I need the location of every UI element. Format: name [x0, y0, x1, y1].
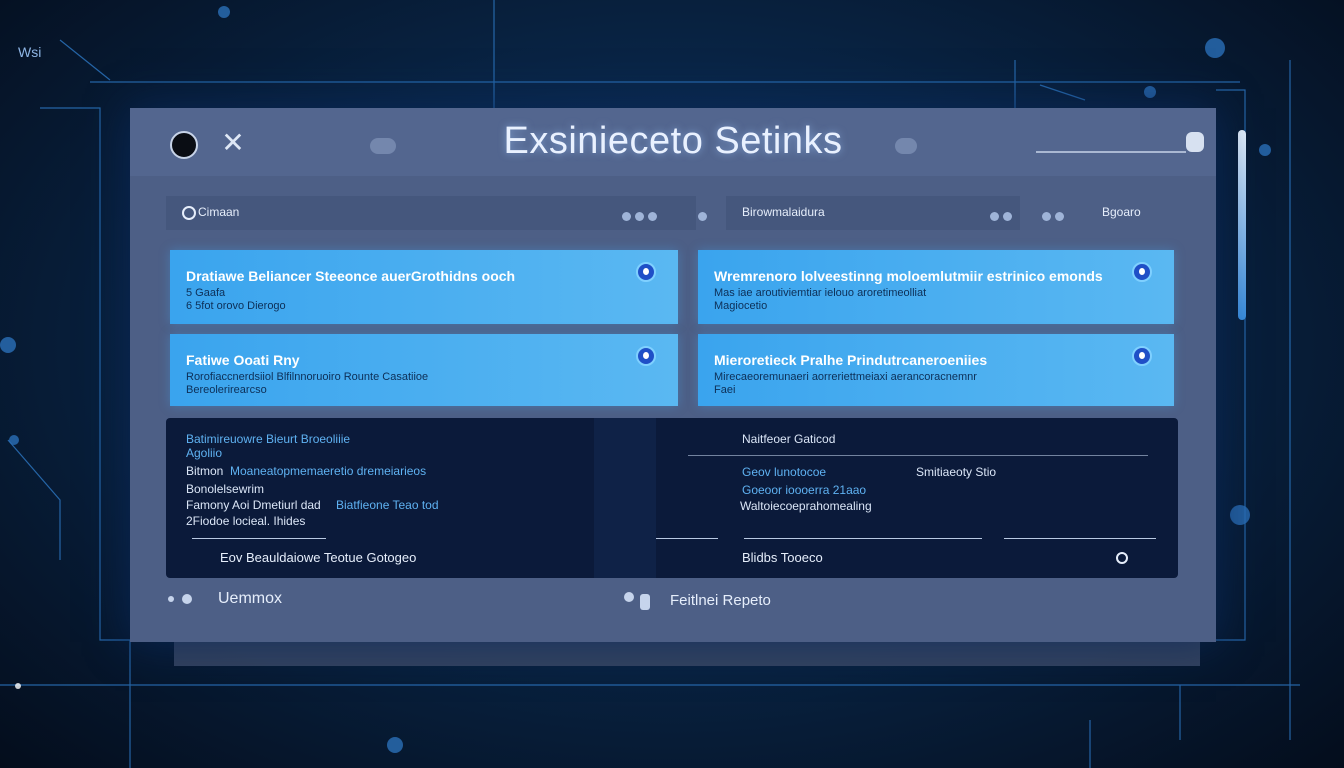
- card-subtitle: Bereolerirearcso: [186, 384, 267, 396]
- panel-section-title: Naitfeoer Gaticod: [742, 432, 836, 446]
- setting-card[interactable]: Mieroretieck Pralhe Prindutrcaneroeniies…: [698, 334, 1174, 406]
- setting-card[interactable]: Fatiwe Ooati Rny Rorofiaccnerdsiiol Blfi…: [170, 334, 678, 406]
- window-title: Exsinieceto Setinks: [503, 120, 843, 162]
- detail-line: 2Fiodoe locieal. Ihides: [186, 514, 306, 528]
- sort-label[interactable]: Bgoaro: [1102, 205, 1141, 219]
- search-options-icon[interactable]: [622, 208, 661, 221]
- toggle-icon[interactable]: [1132, 346, 1152, 366]
- divider: [656, 538, 718, 539]
- details-panel: Batimireuowre Bieurt Broeoliiie Agoliio …: [166, 418, 1178, 578]
- card-subtitle: 5 Gaafa: [186, 287, 226, 299]
- toolbar: Cimaan Birowmalaidura Bgoaro: [166, 196, 1176, 230]
- divider: [688, 455, 1148, 456]
- bottom-right-label[interactable]: Feitlnei Repeto: [670, 592, 771, 609]
- window-shadow: [174, 642, 1200, 666]
- title-slider-knob[interactable]: [1186, 132, 1204, 152]
- filter-text: Birowmalaidura: [742, 205, 825, 219]
- search-input[interactable]: Cimaan: [166, 196, 696, 230]
- card-subtitle: Mirecaeoremunaeri aorreriettmeiaxi aeran…: [714, 371, 977, 383]
- card-title: Mieroretieck Pralhe Prindutrcaneroeniies: [714, 352, 988, 368]
- detail-value: Smitiaeoty Stio: [916, 465, 997, 479]
- setting-card[interactable]: Dratiawe Beliancer Steeonce auerGrothidn…: [170, 250, 678, 324]
- title-slider-track: [1036, 151, 1186, 153]
- scrollbar[interactable]: [1238, 130, 1246, 320]
- detail-link[interactable]: Goeoor ioooerra 21aao: [742, 483, 866, 497]
- bottom-dot-icon: [182, 594, 192, 604]
- bottom-dot-icon: [168, 596, 174, 602]
- divider: [1004, 538, 1156, 539]
- detail-line: Waltoiecoeprahomealing: [740, 499, 872, 513]
- detail-line: Bonolelsewrim: [186, 482, 265, 496]
- toggle-icon[interactable]: [1132, 262, 1152, 282]
- card-subtitle: Rorofiaccnerdsiiol Blfilnnoruoiro Rounte…: [186, 371, 429, 383]
- detail-link[interactable]: Geov lunotocoe: [742, 465, 826, 479]
- panel-footer-left: Eov Beauldaiowe Teotue Gotogeo: [220, 550, 417, 565]
- divider: [192, 538, 326, 539]
- title-bar: ✕ Exsinieceto Setinks: [130, 108, 1216, 176]
- card-title: Wremrenoro lolveestinng moloemlutmiir es…: [714, 268, 1103, 284]
- detail-link[interactable]: Moaneatopmemaeretio dremeiarieos: [230, 464, 426, 478]
- card-subtitle: 6 5fot orovo Dierogo: [186, 300, 286, 312]
- detail-line: Famony Aoi Dmetiurl dad: [186, 498, 321, 512]
- toolbar-dot-icon[interactable]: [698, 208, 711, 221]
- detail-line: Batimireuowre Bieurt Broeoliiie: [186, 432, 351, 446]
- search-icon: [182, 206, 196, 220]
- filter-input[interactable]: Birowmalaidura: [726, 196, 1020, 230]
- edit-icon[interactable]: [1116, 552, 1128, 564]
- divider: [744, 538, 982, 539]
- detail-line: Agoliio: [186, 446, 223, 460]
- background: Wsi ✕ Exsinieceto Setinks Cimaan Birowma…: [0, 0, 1344, 768]
- settings-window: ✕ Exsinieceto Setinks Cimaan Birowmalaid…: [130, 108, 1216, 642]
- card-subtitle: Mas iae aroutiviemtiar ielouo aroretimeo…: [714, 287, 927, 299]
- filter-options-icon[interactable]: [990, 208, 1016, 221]
- card-subtitle: Faei: [714, 384, 736, 396]
- panel-footer-right: Blidbs Tooeco: [742, 550, 823, 565]
- card-subtitle: Magiocetio: [714, 300, 768, 312]
- corner-label: Wsi: [18, 44, 42, 60]
- view-options-icon[interactable]: [1042, 208, 1068, 221]
- detail-link[interactable]: Biatfieone Teao tod: [336, 498, 439, 512]
- panel-divider: [594, 418, 656, 578]
- bottom-left-label[interactable]: Uemmox: [218, 590, 282, 608]
- bottom-dot-icon: [624, 592, 634, 602]
- detail-line: Bitmon: [186, 464, 224, 478]
- search-text: Cimaan: [198, 205, 240, 219]
- card-title: Dratiawe Beliancer Steeonce auerGrothidn…: [186, 268, 516, 284]
- toggle-icon[interactable]: [636, 346, 656, 366]
- card-title: Fatiwe Ooati Rny: [186, 352, 300, 368]
- document-icon: [640, 594, 650, 610]
- toggle-icon[interactable]: [636, 262, 656, 282]
- setting-card[interactable]: Wremrenoro lolveestinng moloemlutmiir es…: [698, 250, 1174, 324]
